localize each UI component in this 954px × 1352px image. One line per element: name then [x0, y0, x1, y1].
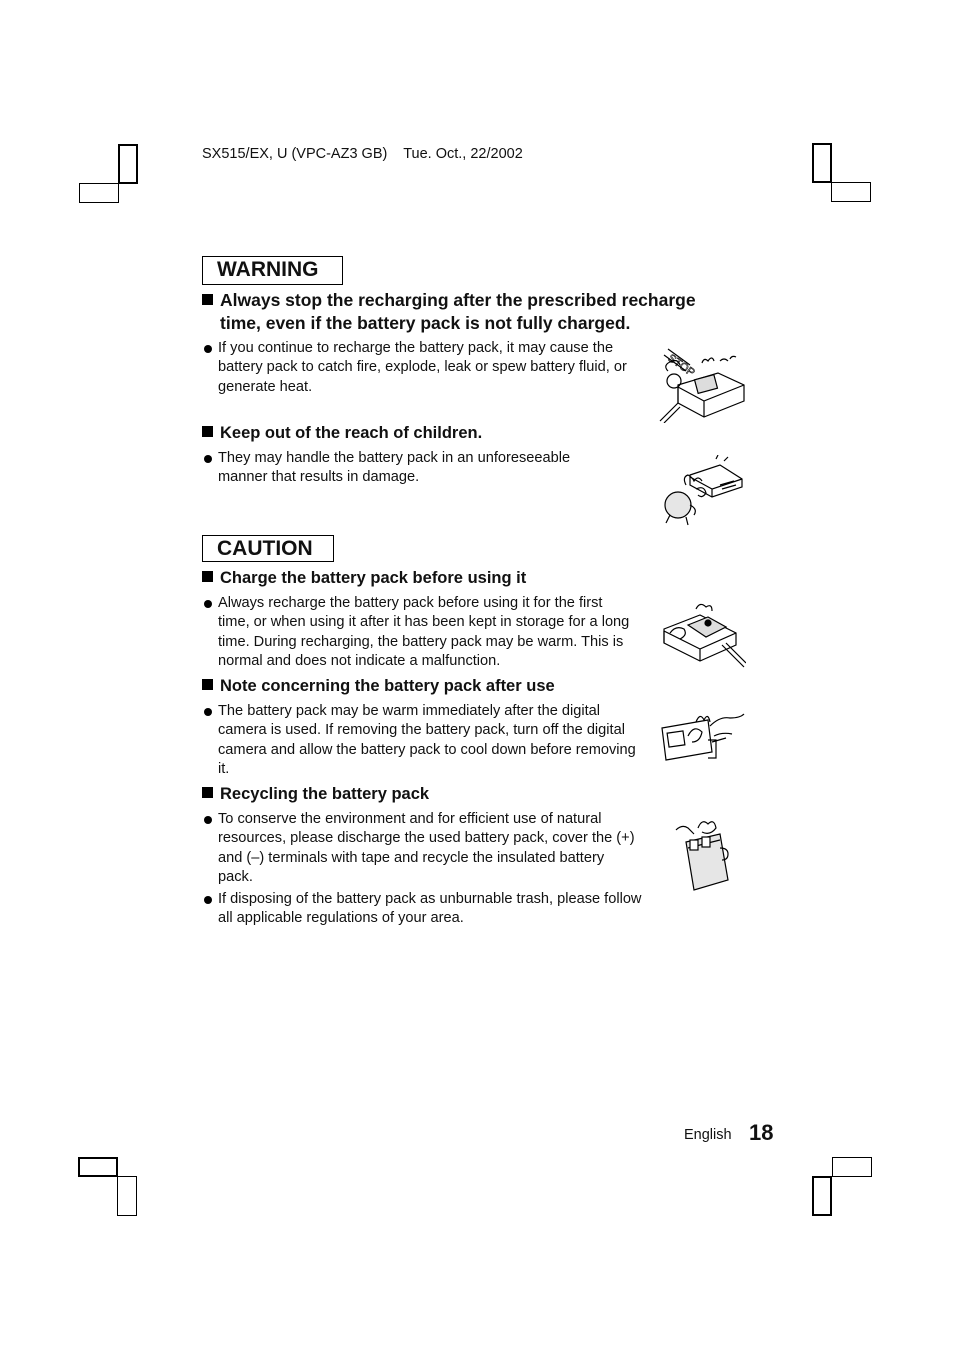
bullet-dot-icon [204, 455, 212, 463]
page-number: 18 [749, 1120, 774, 1145]
caution-heading-3: Recycling the battery pack [202, 783, 429, 806]
warning-heading-1: Always stop the recharging after the pre… [202, 289, 696, 335]
warning-label: WARNING [202, 256, 343, 285]
warm-camera-illustration [661, 713, 745, 761]
square-bullet-icon [202, 571, 213, 582]
document-header: SX515/EX, U (VPC-AZ3 GB) Tue. Oct., 22/2… [202, 146, 523, 162]
bullet-dot-icon [204, 816, 212, 824]
bullet-dot-icon [204, 600, 212, 608]
square-bullet-icon [202, 679, 213, 690]
crop-mark-bottom-left-b [117, 1176, 137, 1216]
caution-bullet-3: To conserve the environment and for effi… [202, 810, 642, 888]
warning-label-text: WARNING [217, 258, 319, 281]
caution-label-text: CAUTION [217, 537, 313, 560]
caution-heading-2: Note concerning the battery pack after u… [202, 675, 555, 698]
square-bullet-icon [202, 787, 213, 798]
caution-heading-1: Charge the battery pack before using it [202, 567, 526, 590]
crop-mark-bottom-left-a [78, 1157, 118, 1177]
crop-mark-top-right-b [831, 182, 871, 202]
warning-bullet-2: They may handle the battery pack in an u… [202, 449, 612, 488]
charger-illustration [663, 603, 746, 668]
footer-language: English [684, 1127, 732, 1143]
square-bullet-icon [202, 294, 213, 305]
bullet-dot-icon [204, 345, 212, 353]
caution-bullet-4: If disposing of the battery pack as unbu… [202, 890, 642, 929]
header-model: SX515/EX, U (VPC-AZ3 GB) [202, 146, 388, 162]
caution-label: CAUTION [202, 535, 334, 562]
crop-mark-top-left-a [118, 144, 138, 184]
warning-bullet-1: If you continue to recharge the battery … [202, 339, 632, 397]
crop-mark-bottom-right-a [832, 1157, 872, 1177]
battery-character-illustration [675, 821, 729, 891]
caution-bullet-1: Always recharge the battery pack before … [202, 594, 638, 672]
stop-charging-illustration: STOP [659, 348, 745, 423]
crop-mark-top-right-a [812, 143, 832, 183]
square-bullet-icon [202, 426, 213, 437]
bullet-dot-icon [204, 708, 212, 716]
caution-bullet-2: The battery pack may be warm immediately… [202, 702, 638, 780]
crop-mark-top-left-b [79, 183, 119, 203]
crop-mark-bottom-right-b [812, 1176, 832, 1216]
warning-heading-2: Keep out of the reach of children. [202, 422, 482, 445]
bullet-dot-icon [204, 896, 212, 904]
child-with-charger-illustration [664, 455, 743, 526]
header-date: Tue. Oct., 22/2002 [403, 146, 523, 162]
